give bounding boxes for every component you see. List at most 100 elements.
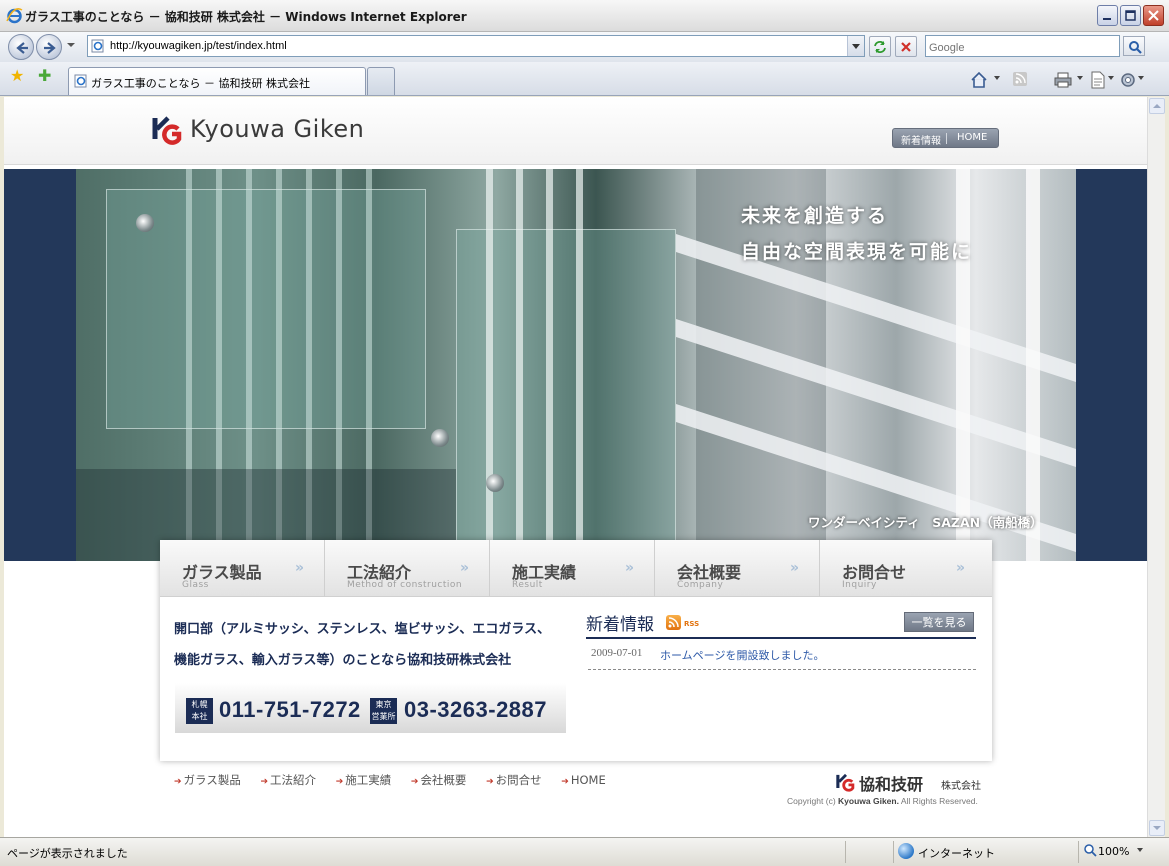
double-chevron-icon: » — [789, 560, 799, 576]
intro-text: 開口部（アルミサッシ、ステンレス、塩ビサッシ、エコガラス、 機能ガラス、輸入ガラ… — [174, 614, 554, 676]
arrow-icon: ➔ — [561, 777, 569, 787]
nav-item-method[interactable]: 工法紹介 Method of construction » — [325, 540, 490, 597]
footer-link-label: 会社概要 — [420, 773, 467, 787]
nav-item-result[interactable]: 施工実績 Result » — [490, 540, 655, 597]
glass-bolt — [486, 474, 504, 492]
building-column — [1026, 169, 1040, 561]
header-link-separator — [946, 133, 947, 144]
status-bar: ページが表示されました インターネット 100% — [0, 837, 1169, 866]
globe-icon — [898, 843, 914, 859]
news-link[interactable]: ホームページを開設致しました。 — [660, 647, 824, 663]
zoom-dropdown[interactable] — [1137, 848, 1143, 852]
footer-link-company[interactable]: ➔ 会社概要 — [411, 773, 475, 787]
arrow-right-icon — [44, 42, 56, 54]
page-menu-icon — [1091, 71, 1105, 89]
back-button[interactable] — [8, 34, 34, 60]
header-link-home[interactable]: HOME — [957, 132, 987, 143]
copyright: Copyright (c) Kyouwa Giken. All Rights R… — [787, 796, 978, 806]
double-chevron-icon: » — [294, 560, 304, 576]
news-more-button[interactable]: 一覧を見る — [904, 612, 974, 632]
tab-row: ★ ✚ ガラス工事のことなら － 協和技研 株式会社 — [0, 62, 1169, 96]
news-date: 2009-07-01 — [591, 647, 643, 659]
badge-line: 札幌 — [191, 700, 208, 709]
footer-links: ➔ ガラス製品 ➔ 工法紹介 ➔ 施工実績 ➔ 会社概要 ➔ お問合せ ➔ HOME — [174, 772, 622, 788]
maximize-icon — [1125, 10, 1136, 21]
kg-logo-icon — [152, 116, 182, 145]
print-dropdown[interactable] — [1077, 76, 1083, 80]
add-favorites-icon[interactable]: ✚ — [38, 68, 51, 84]
badge-line: 本社 — [191, 712, 208, 721]
security-zone[interactable]: インターネット — [918, 845, 995, 861]
favorites-star-icon[interactable]: ★ — [10, 68, 24, 84]
railing-bar — [516, 169, 523, 561]
footer-link-method[interactable]: ➔ 工法紹介 — [260, 773, 324, 787]
print-button[interactable] — [1054, 71, 1072, 89]
close-button[interactable] — [1143, 5, 1164, 26]
new-tab-button[interactable] — [367, 67, 395, 95]
scroll-up-button[interactable] — [1149, 98, 1165, 114]
page-icon — [74, 74, 87, 88]
kg-logo-icon — [836, 773, 855, 792]
page-icon — [91, 39, 104, 53]
footer-link-glass[interactable]: ➔ ガラス製品 — [174, 773, 249, 787]
tools-dropdown[interactable] — [1138, 76, 1144, 80]
arrow-icon: ➔ — [260, 777, 269, 787]
home-dropdown[interactable] — [994, 76, 1000, 80]
arrow-left-icon — [16, 42, 28, 54]
intro-line: 開口部（アルミサッシ、ステンレス、塩ビサッシ、エコガラス、 — [174, 622, 551, 637]
arrow-icon: ➔ — [410, 777, 419, 787]
header-links: 新着情報 HOME — [892, 128, 999, 148]
status-text: ページが表示されました — [7, 847, 128, 860]
rss-icon[interactable] — [666, 615, 681, 630]
double-chevron-icon: » — [955, 560, 965, 576]
railing-bar — [546, 169, 553, 561]
double-chevron-icon: » — [459, 560, 469, 576]
history-dropdown[interactable] — [67, 43, 75, 47]
rss-feed-icon — [668, 617, 679, 628]
office-badge-sapporo: 札幌 本社 — [186, 698, 213, 724]
copyright-suffix: All Rights Reserved. — [900, 796, 978, 806]
arrow-icon: ➔ — [174, 777, 182, 787]
forward-button[interactable] — [36, 34, 62, 60]
refresh-icon — [874, 41, 886, 53]
feeds-button[interactable] — [1012, 71, 1028, 89]
search-button[interactable] — [1123, 36, 1145, 56]
close-icon — [1148, 10, 1159, 21]
nav-item-company[interactable]: 会社概要 Company » — [655, 540, 820, 597]
glass-panel — [106, 189, 426, 429]
badge-line: 東京 — [375, 700, 392, 709]
footer-link-home[interactable]: ➔ HOME — [561, 773, 613, 787]
nav-item-glass[interactable]: ガラス製品 Glass » — [160, 540, 325, 597]
tools-menu-button[interactable] — [1119, 71, 1137, 89]
search-box[interactable] — [925, 35, 1120, 58]
address-dropdown[interactable] — [847, 36, 864, 56]
footer-link-label: HOME — [570, 773, 606, 787]
nav-sublabel: Company — [677, 580, 724, 590]
address-bar[interactable]: http://kyouwagiken.jp/test/index.html — [87, 35, 865, 57]
home-button[interactable] — [970, 71, 988, 89]
vertical-scrollbar[interactable] — [1147, 97, 1165, 837]
maximize-button[interactable] — [1120, 5, 1141, 26]
page-menu-button[interactable] — [1090, 71, 1106, 89]
rss-label[interactable]: RSS — [684, 620, 699, 628]
footer-link-result[interactable]: ➔ 施工実績 — [336, 773, 400, 787]
nav-item-inquiry[interactable]: お問合せ Inquiry » — [820, 540, 985, 597]
footer-link-label: お問合せ — [495, 773, 542, 787]
scroll-down-button[interactable] — [1149, 820, 1165, 836]
news-divider — [586, 637, 976, 639]
badge-line: 営業所 — [371, 712, 396, 721]
stop-button[interactable] — [895, 36, 917, 57]
footer-link-inquiry[interactable]: ➔ お問合せ — [486, 773, 550, 787]
zoom-icon — [1084, 844, 1097, 857]
news-item: 2009-07-01 ホームページを開設致しました。 — [588, 646, 976, 670]
header-link-news[interactable]: 新着情報 — [901, 132, 941, 147]
zoom-level[interactable]: 100% — [1098, 845, 1129, 858]
page-dropdown[interactable] — [1108, 76, 1114, 80]
building-column — [956, 169, 970, 561]
tab-active[interactable]: ガラス工事のことなら － 協和技研 株式会社 — [68, 67, 366, 95]
status-divider — [1078, 841, 1079, 863]
glass-bolt — [136, 214, 154, 232]
minimize-button[interactable] — [1097, 5, 1118, 26]
search-input[interactable] — [926, 38, 1116, 58]
refresh-button[interactable] — [869, 36, 891, 57]
